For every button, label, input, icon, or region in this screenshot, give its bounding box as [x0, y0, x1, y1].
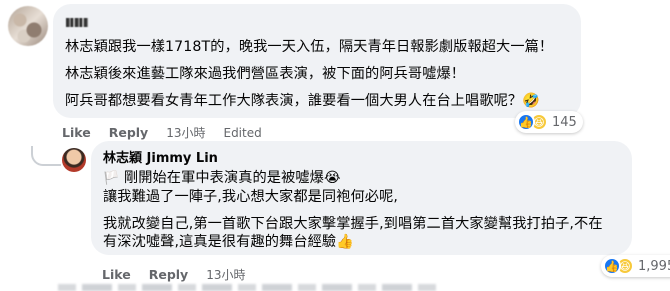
reaction-summary[interactable]: 👍 😆 145 [515, 111, 583, 133]
reply-line-1: 🏳️ 剛開始在軍中表演真的是被噓爆😭 [103, 170, 341, 186]
like-reaction-icon: 👍 [517, 113, 535, 131]
like-button[interactable]: Like [62, 125, 91, 140]
thread-connector [31, 146, 61, 166]
reply-bubble: 林志穎 Jimmy Lin 🏳️ 剛開始在軍中表演真的是被噓爆😭 讓我難過了一陣… [91, 141, 632, 255]
reply-author-avatar[interactable] [62, 148, 86, 172]
rofl-emoji-icon: 🤣 [522, 93, 540, 109]
comment-actions: Like Reply 13小時 Edited [62, 124, 280, 141]
reply-line-2: 讓我難過了一陣子,我心想大家都是同袍何必呢, [103, 189, 398, 205]
comment-author[interactable] [65, 12, 569, 31]
comment-line-3: 阿兵哥都想要看女青年工作大隊表演，誰要看一個大男人在台上唱歌呢？🤣 [65, 93, 540, 109]
crying-emoji-icon: 😭 [323, 170, 341, 186]
reply-author-name[interactable]: 林志穎 Jimmy Lin [103, 150, 620, 167]
edited-label[interactable]: Edited [223, 126, 261, 140]
reply-button[interactable]: Reply [109, 125, 148, 140]
comment-line-1: 林志穎跟我一樣1718T的，晚我一天入伍，隔天青年日報影劇版報超大一篇！ [65, 39, 554, 55]
redacted-author-name [66, 18, 88, 27]
reply-line-3: 我就改變自己,第一首歌下台跟大家擊掌握手,到唱第二首大家變幫我打拍子,不在 [103, 216, 603, 232]
reply-line-4: 有深沈噓聲,這真是很有趣的舞台經驗👍 [103, 234, 354, 250]
reaction-count: 145 [552, 114, 577, 130]
commenter-avatar[interactable] [8, 6, 48, 46]
flag-icon: 🏳️ [103, 171, 120, 186]
reply-reaction-summary[interactable]: 👍 😆 1,995 [601, 255, 670, 277]
like-reaction-icon: 👍 [603, 257, 621, 275]
reply-actions: Like Reply 13小時 [102, 266, 263, 283]
reaction-count: 1,995 [638, 258, 670, 274]
cut-off-next-comment [58, 284, 438, 291]
timestamp[interactable]: 13小時 [206, 266, 245, 283]
reply-button[interactable]: Reply [149, 267, 188, 282]
comment-bubble: 林志穎跟我一樣1718T的，晚我一天入伍，隔天青年日報影劇版報超大一篇！ 林志穎… [53, 4, 581, 118]
like-button[interactable]: Like [102, 267, 131, 282]
thumbs-up-emoji-icon: 👍 [336, 234, 354, 250]
timestamp[interactable]: 13小時 [166, 124, 205, 141]
comment-line-2: 林志穎後來進藝工隊來過我們營區表演，被下面的阿兵哥噓爆！ [65, 66, 466, 82]
